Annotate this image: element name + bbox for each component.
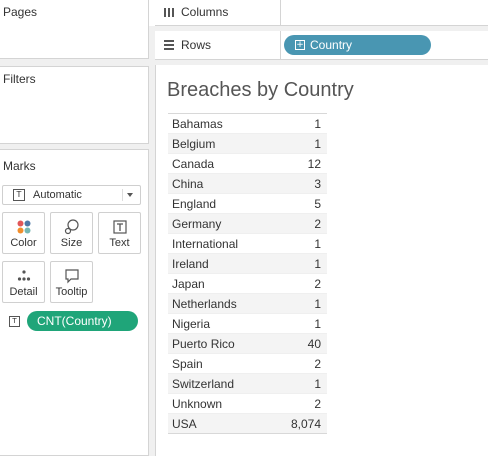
- country-cell: Nigeria: [172, 317, 211, 331]
- shelf-divider: [280, 31, 281, 59]
- shelf-divider: [280, 0, 281, 25]
- country-cell: USA: [172, 417, 197, 431]
- country-cell: International: [172, 237, 239, 251]
- count-cell: 1: [314, 297, 321, 311]
- size-label: Size: [60, 237, 83, 249]
- count-cell: 1: [314, 237, 321, 251]
- tooltip-icon: [64, 269, 79, 284]
- count-cell: 40: [307, 337, 321, 351]
- table-row[interactable]: Belgium 1: [168, 134, 327, 154]
- rows-label: Rows: [181, 38, 212, 52]
- country-cell: Switzerland: [172, 377, 235, 391]
- table-row[interactable]: Puerto Rico 40: [168, 334, 327, 354]
- filters-title: Filters: [3, 72, 36, 86]
- size-icon: [64, 219, 79, 235]
- table-row[interactable]: Netherlands 1: [168, 294, 327, 314]
- table-row[interactable]: International 1: [168, 234, 327, 254]
- view-area: Breaches by Country Bahamas 1 Belgium 1 Cana…: [155, 65, 488, 456]
- count-cell: 1: [314, 117, 321, 131]
- table-row[interactable]: Bahamas 1: [168, 114, 327, 134]
- tooltip-label: Tooltip: [55, 286, 88, 298]
- text-icon: [112, 220, 127, 234]
- text-mark-icon: T: [13, 189, 25, 201]
- table-row[interactable]: China 3: [168, 174, 327, 194]
- left-panel: Pages Filters Marks T Automatic Color Si: [0, 0, 149, 456]
- count-cell: 3: [314, 177, 321, 191]
- table-row[interactable]: England 5: [168, 194, 327, 214]
- detail-button[interactable]: Detail: [2, 261, 45, 303]
- mark-type-dropdown[interactable]: T Automatic: [2, 185, 141, 205]
- country-cell: Unknown: [172, 397, 223, 411]
- country-cell: Canada: [172, 157, 215, 171]
- count-cell: 2: [314, 217, 321, 231]
- country-cell: Bahamas: [172, 117, 223, 131]
- table-row[interactable]: Nigeria 1: [168, 314, 327, 334]
- cnt-country-pill[interactable]: CNT(Country): [27, 311, 138, 331]
- count-cell: 1: [314, 137, 321, 151]
- text-button[interactable]: Text: [98, 212, 141, 254]
- color-button[interactable]: Color: [2, 212, 45, 254]
- count-cell: 12: [307, 157, 321, 171]
- marks-card: Marks T Automatic Color Size Text Detail…: [0, 149, 149, 456]
- country-cell: Puerto Rico: [172, 337, 235, 351]
- country-cell: Japan: [172, 277, 205, 291]
- country-pill[interactable]: + Country: [284, 35, 431, 55]
- columns-shelf[interactable]: Columns: [155, 0, 488, 26]
- size-button[interactable]: Size: [50, 212, 93, 254]
- country-cell: Spain: [172, 357, 203, 371]
- country-pill-label: Country: [310, 38, 353, 52]
- expand-plus-icon[interactable]: +: [295, 40, 305, 50]
- crosstab-table: Bahamas 1 Belgium 1 Canada 12 China 3 England 5 Ge…: [168, 113, 327, 434]
- count-cell: 1: [314, 377, 321, 391]
- chevron-down-icon[interactable]: [122, 189, 136, 201]
- table-row[interactable]: Ireland 1: [168, 254, 327, 274]
- color-label: Color: [10, 237, 37, 249]
- view-title: Breaches by Country: [167, 79, 354, 101]
- table-row[interactable]: Spain 2: [168, 354, 327, 374]
- detail-icon: [17, 270, 30, 281]
- table-row[interactable]: Switzerland 1: [168, 374, 327, 394]
- marks-title: Marks: [3, 159, 36, 173]
- columns-label: Columns: [181, 5, 229, 19]
- table-row[interactable]: Unknown 2: [168, 394, 327, 414]
- color-icon: [17, 220, 30, 234]
- country-cell: China: [172, 177, 204, 191]
- table-row[interactable]: Canada 12: [168, 154, 327, 174]
- country-cell: Germany: [172, 217, 222, 231]
- count-cell: 5: [314, 197, 321, 211]
- text-label: Text: [109, 237, 130, 249]
- count-cell: 2: [314, 397, 321, 411]
- rows-icon: [164, 40, 174, 50]
- count-cell: 2: [314, 277, 321, 291]
- country-cell: Belgium: [172, 137, 216, 151]
- country-cell: Netherlands: [172, 297, 237, 311]
- count-cell: 1: [314, 257, 321, 271]
- count-cell: 8,074: [290, 417, 321, 431]
- pages-title: Pages: [3, 5, 38, 19]
- table-row[interactable]: USA 8,074: [168, 414, 327, 434]
- detail-label: Detail: [9, 286, 38, 298]
- filters-card[interactable]: Filters: [0, 66, 149, 144]
- count-cell: 2: [314, 357, 321, 371]
- columns-icon: [164, 8, 174, 17]
- country-cell: England: [172, 197, 217, 211]
- mark-type-label: Automatic: [33, 189, 82, 201]
- pages-card[interactable]: Pages: [0, 0, 149, 59]
- table-row[interactable]: Japan 2: [168, 274, 327, 294]
- text-encoding-icon: T: [9, 316, 20, 327]
- table-row[interactable]: Germany 2: [168, 214, 327, 234]
- count-cell: 1: [314, 317, 321, 331]
- country-cell: Ireland: [172, 257, 209, 271]
- tooltip-button[interactable]: Tooltip: [50, 261, 93, 303]
